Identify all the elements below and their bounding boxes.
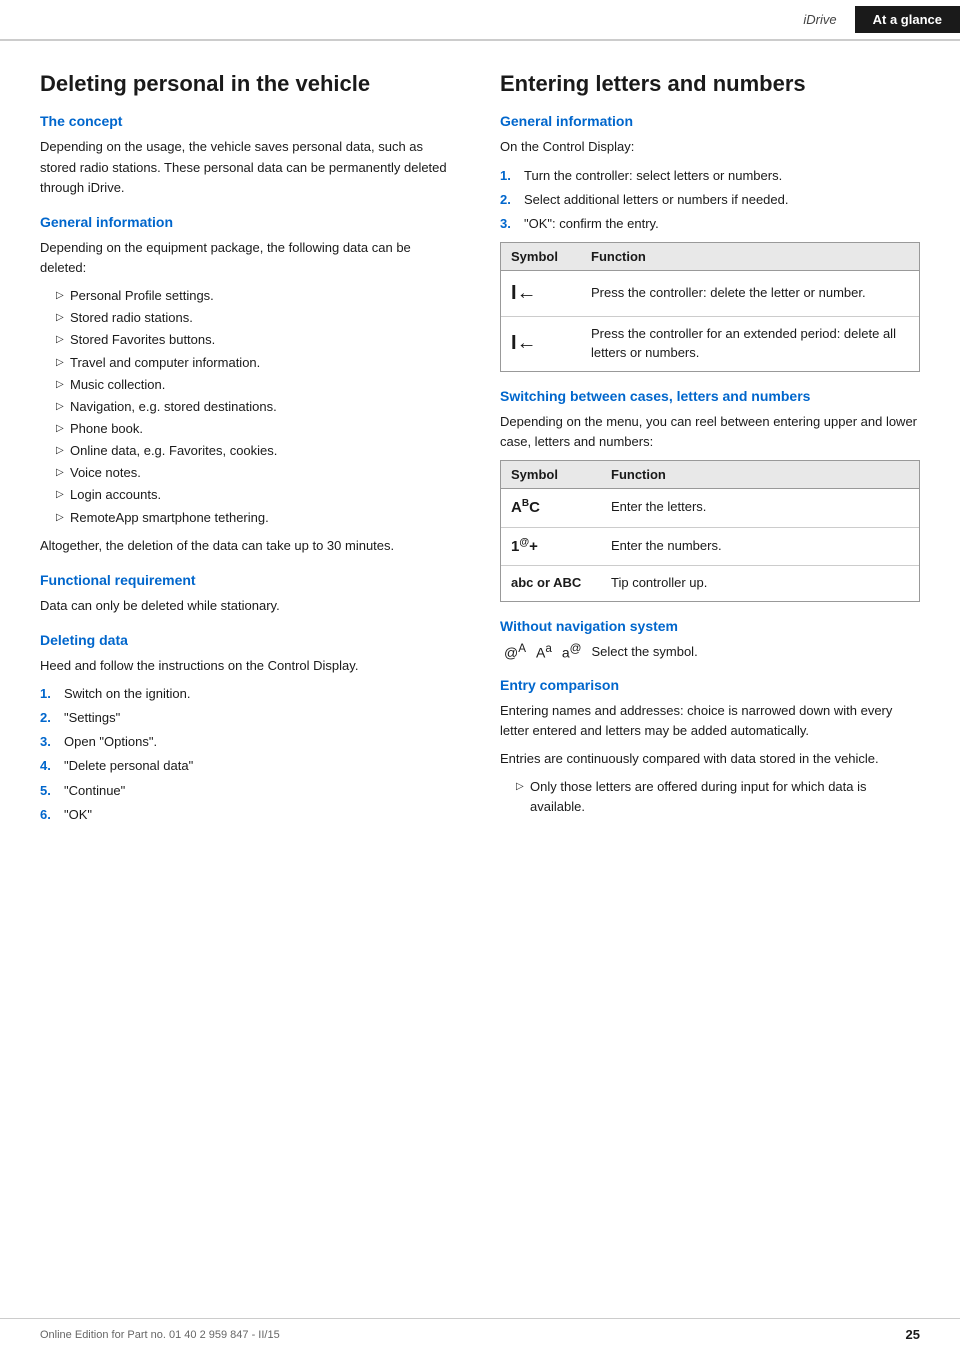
deleting-data-heading: Deleting data — [40, 632, 460, 648]
concept-text: Depending on the usage, the vehicle save… — [40, 137, 460, 197]
general-info-intro-left: Depending on the equipment package, the … — [40, 238, 460, 278]
delete-function-1: Press the controller: delete the letter … — [591, 284, 909, 303]
entry-comparison-text1: Entering names and addresses: choice is … — [500, 701, 920, 741]
list-item: 4."Delete personal data" — [40, 756, 460, 776]
delete-symbol-1: I← — [511, 279, 591, 308]
symbol-num: 1@+ — [511, 536, 611, 558]
symbol-abc: ABC — [511, 497, 611, 519]
page-footer: Online Edition for Part no. 01 40 2 959 … — [0, 1318, 960, 1342]
table1-col1-header: Symbol — [511, 249, 591, 264]
symbol-A-a: Aa — [536, 642, 552, 661]
switching-text: Depending on the menu, you can reel betw… — [500, 412, 920, 452]
entry-comparison-list: Only those letters are offered during in… — [500, 777, 920, 817]
symbol-a-alpha: a@ — [562, 642, 582, 661]
function-letters: Enter the letters. — [611, 498, 909, 517]
table-row: ABC Enter the letters. — [501, 489, 919, 528]
functional-req-heading: Functional requirement — [40, 572, 460, 588]
list-item: Music collection. — [56, 375, 460, 395]
symbol-abc-ABC: abc or ABC — [511, 574, 611, 593]
list-item: Online data, e.g. Favorites, cookies. — [56, 441, 460, 461]
general-info-list: Personal Profile settings.Stored radio s… — [40, 286, 460, 528]
table1-header: Symbol Function — [501, 243, 919, 271]
table2-header: Symbol Function — [501, 461, 919, 489]
left-section-title: Deleting personal in the vehicle — [40, 71, 460, 97]
list-item: 6."OK" — [40, 805, 460, 825]
without-nav-section: Without navigation system @A Aa a@ Selec… — [500, 618, 920, 661]
content-area: Deleting personal in the vehicle The con… — [0, 41, 960, 893]
general-info-note: Altogether, the deletion of the data can… — [40, 536, 460, 556]
list-item: Only those letters are offered during in… — [516, 777, 920, 817]
list-item: RemoteApp smartphone tethering. — [56, 508, 460, 528]
list-item: Navigation, e.g. stored destinations. — [56, 397, 460, 417]
table-row: I← Press the controller for an extended … — [501, 317, 919, 371]
deleting-data-steps: 1.Switch on the ignition. 2."Settings" 3.O… — [40, 684, 460, 825]
function-tip: Tip controller up. — [611, 574, 909, 593]
list-item: Stored Favorites buttons. — [56, 330, 460, 350]
list-item: 1.Turn the controller: select letters or… — [500, 166, 920, 186]
list-item: Travel and computer information. — [56, 353, 460, 373]
right-column: Entering letters and numbers General inf… — [500, 71, 920, 833]
footer-text: Online Edition for Part no. 01 40 2 959 … — [40, 1329, 280, 1341]
table1-col2-header: Function — [591, 249, 909, 264]
function-numbers: Enter the numbers. — [611, 537, 909, 556]
without-nav-text: Select the symbol. — [591, 644, 697, 659]
deleting-data-intro: Heed and follow the instructions on the … — [40, 656, 460, 676]
list-item: Personal Profile settings. — [56, 286, 460, 306]
delete-symbol-2: I← — [511, 329, 591, 358]
switching-heading: Switching between cases, letters and num… — [500, 388, 920, 404]
list-item: 3."OK": confirm the entry. — [500, 214, 920, 234]
table-row: I← Press the controller: delete the lett… — [501, 271, 919, 317]
without-nav-heading: Without navigation system — [500, 618, 920, 634]
header-tab-at-a-glance[interactable]: At a glance — [855, 6, 960, 33]
right-section-title: Entering letters and numbers — [500, 71, 920, 97]
list-item: 1.Switch on the ignition. — [40, 684, 460, 704]
general-info-heading-left: General information — [40, 214, 460, 230]
list-item: 5."Continue" — [40, 781, 460, 801]
list-item: Phone book. — [56, 419, 460, 439]
header-tabs: iDrive At a glance — [785, 6, 960, 33]
functional-req-text: Data can only be deleted while stationar… — [40, 596, 460, 616]
general-info-steps: 1.Turn the controller: select letters or… — [500, 166, 920, 234]
page-number: 25 — [906, 1327, 920, 1342]
page-header: iDrive At a glance — [0, 0, 960, 41]
symbol-function-table1: Symbol Function I← Press the controller:… — [500, 242, 920, 372]
list-item: Voice notes. — [56, 463, 460, 483]
list-item: Stored radio stations. — [56, 308, 460, 328]
left-column: Deleting personal in the vehicle The con… — [40, 71, 460, 833]
concept-heading: The concept — [40, 113, 460, 129]
entry-comparison-text2: Entries are continuously compared with d… — [500, 749, 920, 769]
general-info-heading-right: General information — [500, 113, 920, 129]
list-item: 3.Open "Options". — [40, 732, 460, 752]
header-idrive-label: iDrive — [785, 6, 854, 33]
list-item: Login accounts. — [56, 485, 460, 505]
table2-col1-header: Symbol — [511, 467, 611, 482]
list-item: 2."Settings" — [40, 708, 460, 728]
without-nav-symbols: @A Aa a@ Select the symbol. — [500, 642, 920, 661]
table-row: abc or ABC Tip controller up. — [501, 566, 919, 601]
entry-comparison-heading: Entry comparison — [500, 677, 920, 693]
list-item: 2.Select additional letters or numbers i… — [500, 190, 920, 210]
table2-col2-header: Function — [611, 467, 909, 482]
general-info-intro-right: On the Control Display: — [500, 137, 920, 157]
delete-function-2: Press the controller for an extended per… — [591, 325, 909, 363]
symbol-function-table2: Symbol Function ABC Enter the letters. 1… — [500, 460, 920, 602]
symbol-at-a: @A — [504, 642, 526, 661]
table-row: 1@+ Enter the numbers. — [501, 528, 919, 567]
